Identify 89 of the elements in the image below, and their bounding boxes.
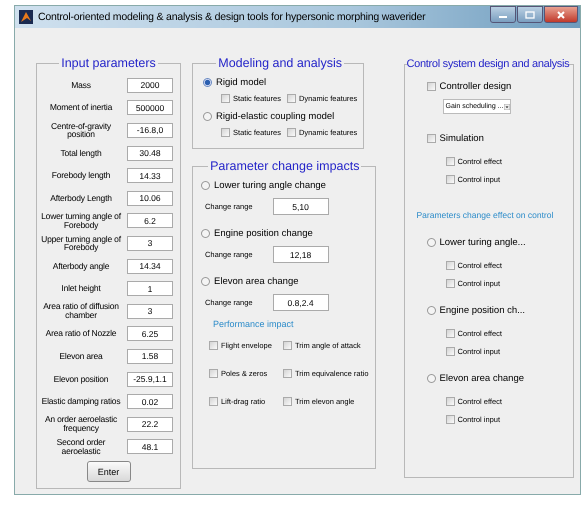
parameter-label: Second order aeroelastic bbox=[56, 438, 106, 456]
input-field[interactable]: 0.02 bbox=[127, 394, 173, 410]
checkbox[interactable] bbox=[446, 175, 455, 184]
checkbox[interactable] bbox=[446, 329, 455, 338]
input-field[interactable]: 5,10 bbox=[272, 198, 329, 215]
input-field[interactable]: 14.33 bbox=[127, 168, 173, 184]
input-field[interactable]: 3 bbox=[127, 304, 173, 319]
radio-label: Elevon area change bbox=[214, 276, 299, 286]
parameter-label: Total length bbox=[59, 148, 103, 158]
checkbox[interactable] bbox=[446, 157, 455, 166]
radio-label: Rigid-elastic coupling model bbox=[216, 110, 334, 122]
radio-label: Rigid model bbox=[216, 76, 266, 88]
radio-button[interactable] bbox=[201, 276, 210, 286]
input-field[interactable]: 2000 bbox=[127, 78, 173, 93]
parameter-label: Centre-of-gravity position bbox=[50, 122, 112, 140]
parameter-label: Lower turning angle of Forebody bbox=[41, 212, 121, 230]
parameter-label: Elastic damping ratios bbox=[41, 397, 121, 406]
input-field[interactable]: 48.1 bbox=[127, 439, 173, 454]
radio-label: Engine position ch... bbox=[440, 304, 526, 316]
radio-button[interactable] bbox=[203, 78, 212, 86]
parameter-label: Elevon area bbox=[58, 352, 104, 361]
input-field[interactable]: -25.9,1.1 bbox=[127, 372, 173, 387]
maximize-button[interactable] bbox=[517, 6, 543, 23]
parameter-label: Elevon position bbox=[52, 374, 110, 384]
checkbox[interactable] bbox=[426, 134, 436, 142]
parameter-label: Afterbody Length bbox=[49, 194, 113, 203]
radio-label: Engine position change bbox=[214, 228, 313, 238]
input-field[interactable]: 12,18 bbox=[272, 246, 329, 263]
parameter-label: Moment of inertia bbox=[48, 103, 114, 112]
checkbox-label: Controller design bbox=[440, 80, 512, 92]
input-field[interactable]: 1 bbox=[127, 281, 173, 296]
section-title: Performance impact bbox=[213, 319, 295, 329]
checkbox[interactable] bbox=[283, 341, 292, 350]
radio-button[interactable] bbox=[426, 306, 436, 314]
input-field[interactable]: 0.8,2.4 bbox=[272, 294, 329, 311]
checkbox[interactable] bbox=[286, 94, 296, 103]
input-field[interactable]: 14.34 bbox=[127, 258, 173, 274]
radio-label: Lower turing angle change bbox=[214, 180, 326, 190]
radio-button[interactable] bbox=[426, 374, 436, 382]
radio-label: Elevon area change bbox=[440, 372, 524, 384]
checkbox[interactable] bbox=[283, 369, 292, 378]
parameter-label: An order aeroelastic frequency bbox=[44, 415, 118, 434]
maximize-icon bbox=[525, 10, 535, 18]
input-field[interactable]: 500000 bbox=[127, 100, 173, 116]
enter-button[interactable]: Enter bbox=[86, 461, 130, 482]
input-field[interactable]: 10.06 bbox=[127, 190, 173, 206]
app-icon bbox=[19, 10, 33, 24]
input-field[interactable]: 3 bbox=[127, 236, 173, 251]
close-button[interactable] bbox=[544, 6, 578, 23]
panel-title: Control system design and analysis bbox=[406, 58, 570, 70]
checkbox[interactable] bbox=[221, 94, 230, 103]
radio-button[interactable] bbox=[201, 228, 210, 238]
parameter-label: Afterbody angle bbox=[52, 262, 110, 270]
radio-label: Lower turing angle... bbox=[440, 236, 526, 248]
panel-title: Modeling and analysis bbox=[217, 56, 343, 70]
parameter-label: Area ratio of diffusion chamber bbox=[42, 302, 120, 320]
checkbox[interactable] bbox=[426, 82, 436, 90]
radio-button[interactable] bbox=[203, 112, 212, 120]
checkbox[interactable] bbox=[221, 128, 230, 137]
checkbox[interactable] bbox=[446, 415, 455, 424]
checkbox[interactable] bbox=[283, 397, 292, 406]
window-title: Control-oriented modeling & analysis & design tools for hypersonic morphing waverider bbox=[38, 11, 426, 23]
input-field[interactable]: 6.25 bbox=[127, 326, 173, 342]
input-field[interactable]: -16.8,0 bbox=[127, 122, 173, 138]
checkbox[interactable] bbox=[209, 369, 218, 378]
radio-button[interactable] bbox=[426, 238, 436, 246]
minimize-button[interactable] bbox=[490, 6, 516, 23]
checkbox[interactable] bbox=[446, 347, 455, 356]
checkbox[interactable] bbox=[286, 128, 296, 137]
checkbox[interactable] bbox=[446, 261, 455, 270]
parameter-label: Mass bbox=[70, 80, 92, 90]
panel-title: Input parameters bbox=[60, 56, 157, 70]
section-title: Parameters change effect on control bbox=[416, 210, 554, 220]
parameter-label: Area ratio of Nozzle bbox=[44, 329, 118, 338]
parameter-label: Inlet height bbox=[60, 284, 102, 294]
parameter-label: Upper turning angle of Forebody bbox=[41, 234, 121, 252]
input-field[interactable]: 6.2 bbox=[127, 213, 173, 228]
checkbox[interactable] bbox=[446, 279, 455, 288]
checkbox[interactable] bbox=[209, 341, 218, 350]
close-icon bbox=[556, 10, 566, 20]
input-field[interactable]: 1.58 bbox=[127, 348, 173, 364]
checkbox-label: Simulation bbox=[440, 132, 484, 144]
checkbox[interactable] bbox=[446, 397, 455, 406]
panel-title: Parameter change impacts bbox=[209, 159, 360, 173]
input-field[interactable]: 30.48 bbox=[127, 146, 173, 161]
checkbox[interactable] bbox=[209, 397, 218, 406]
radio-button[interactable] bbox=[201, 180, 210, 190]
input-field[interactable]: 22.2 bbox=[127, 416, 173, 432]
parameter-label: Forebody length bbox=[50, 171, 112, 180]
